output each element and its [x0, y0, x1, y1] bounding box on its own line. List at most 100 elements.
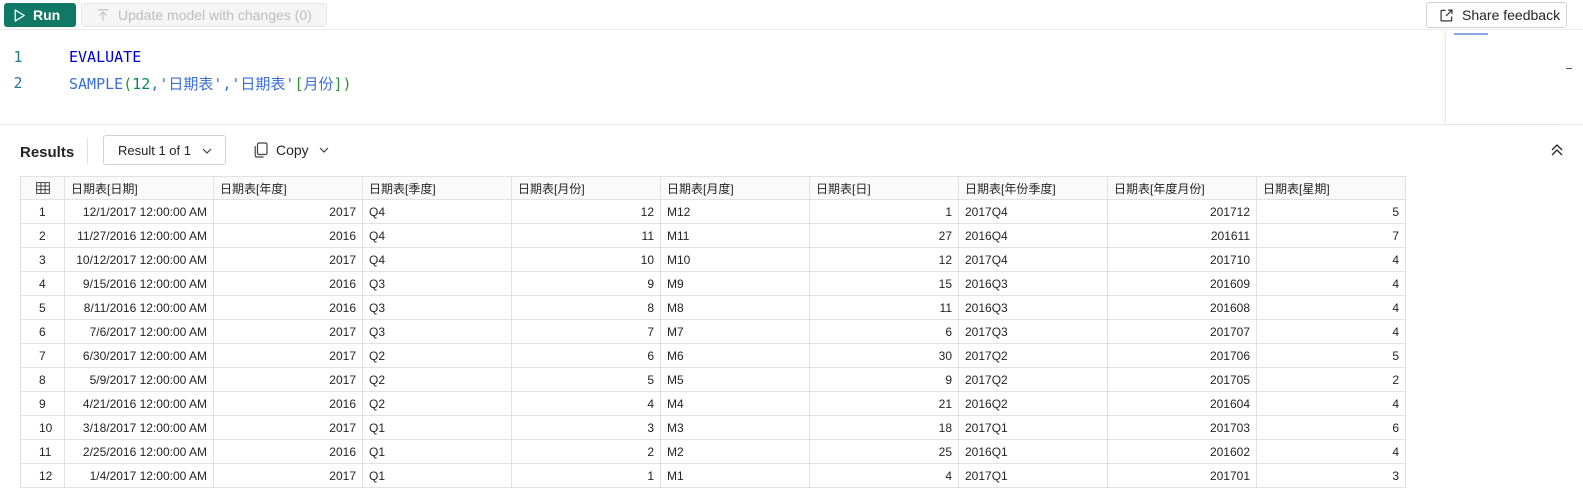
table-cell[interactable]: Q3 — [362, 271, 512, 296]
table-cell[interactable]: 2016Q4 — [958, 223, 1108, 248]
column-header[interactable]: 日期表[年份季度] — [958, 176, 1108, 200]
table-cell[interactable]: Q4 — [362, 247, 512, 272]
table-row[interactable]: 7 6/30/2017 12:00:00 AM 2017 Q2 6 M6 30 2017Q2 2… — [20, 343, 1406, 368]
table-cell[interactable]: 3 — [511, 415, 661, 440]
table-cell[interactable]: 2016Q1 — [958, 439, 1108, 464]
table-cell[interactable]: 5 — [1256, 343, 1406, 368]
table-cell[interactable]: 10/12/2017 12:00:00 AM — [64, 247, 214, 272]
table-cell[interactable]: 2017 — [213, 367, 363, 392]
table-cell[interactable]: 12/1/2017 12:00:00 AM — [64, 199, 214, 224]
table-cell[interactable]: 201710 — [1107, 247, 1257, 272]
table-cell[interactable]: 5 — [1256, 199, 1406, 224]
table-cell[interactable]: 2016Q3 — [958, 271, 1108, 296]
table-cell[interactable]: Q1 — [362, 415, 512, 440]
table-cell[interactable]: 2016 — [213, 439, 363, 464]
table-cell[interactable]: 9 — [809, 367, 959, 392]
table-cell[interactable]: 2017 — [213, 247, 363, 272]
table-row[interactable]: 3 10/12/2017 12:00:00 AM 2017 Q4 10 M10 12 2017… — [20, 247, 1406, 272]
table-cell[interactable]: 2017 — [213, 199, 363, 224]
table-row[interactable]: 9 4/21/2016 12:00:00 AM 2016 Q2 4 M4 21 2016Q2 2… — [20, 391, 1406, 416]
table-cell[interactable]: 9 — [511, 271, 661, 296]
table-cell[interactable]: 201701 — [1107, 463, 1257, 488]
table-cell[interactable]: 2017Q2 — [958, 343, 1108, 368]
table-cell[interactable]: 201706 — [1107, 343, 1257, 368]
table-cell[interactable]: 10 — [511, 247, 661, 272]
table-cell[interactable]: 18 — [809, 415, 959, 440]
table-cell[interactable]: Q2 — [362, 367, 512, 392]
column-header[interactable]: 日期表[年度] — [213, 176, 363, 200]
table-cell[interactable]: 2017 — [213, 319, 363, 344]
table-row[interactable]: 1 12/1/2017 12:00:00 AM 2017 Q4 12 M12 1 2017Q4… — [20, 199, 1406, 224]
table-cell[interactable]: 12 — [809, 247, 959, 272]
column-header[interactable]: 日期表[季度] — [362, 176, 512, 200]
table-cell[interactable]: 8/11/2016 12:00:00 AM — [64, 295, 214, 320]
table-cell[interactable]: Q1 — [362, 439, 512, 464]
table-cell[interactable]: 8 — [511, 295, 661, 320]
table-row[interactable]: 4 9/15/2016 12:00:00 AM 2016 Q3 9 M9 15 2016Q3 2… — [20, 271, 1406, 296]
table-cell[interactable]: 2017Q1 — [958, 463, 1108, 488]
table-cell[interactable]: Q4 — [362, 223, 512, 248]
table-cell[interactable]: M9 — [660, 271, 810, 296]
editor-minimap[interactable] — [1445, 31, 1565, 124]
table-row[interactable]: 6 7/6/2017 12:00:00 AM 2017 Q3 7 M7 6 2017Q3 201… — [20, 319, 1406, 344]
table-cell[interactable]: 2017 — [213, 415, 363, 440]
table-cell[interactable]: Q2 — [362, 343, 512, 368]
chevron-double-up-icon[interactable] — [1550, 143, 1564, 157]
editor-line-1[interactable]: 1 EVALUATE — [0, 44, 141, 70]
table-cell[interactable]: 6/30/2017 12:00:00 AM — [64, 343, 214, 368]
table-cell[interactable]: 7 — [1256, 223, 1406, 248]
run-button[interactable]: Run — [4, 3, 76, 27]
table-row[interactable]: 5 8/11/2016 12:00:00 AM 2016 Q3 8 M8 11 2016Q3 2… — [20, 295, 1406, 320]
table-cell[interactable]: 4 — [1256, 319, 1406, 344]
table-cell[interactable]: 2017Q4 — [958, 199, 1108, 224]
table-cell[interactable]: 12 — [511, 199, 661, 224]
share-feedback-button[interactable]: Share feedback — [1426, 2, 1567, 28]
table-cell[interactable]: 27 — [809, 223, 959, 248]
table-cell[interactable]: M12 — [660, 199, 810, 224]
table-cell[interactable]: 2017Q2 — [958, 367, 1108, 392]
table-cell[interactable]: 1 — [511, 463, 661, 488]
table-cell[interactable]: Q3 — [362, 319, 512, 344]
table-cell[interactable]: 201611 — [1107, 223, 1257, 248]
table-cell[interactable]: M11 — [660, 223, 810, 248]
table-cell[interactable]: 4 — [1256, 391, 1406, 416]
table-cell[interactable]: 4 — [1256, 439, 1406, 464]
table-cell[interactable]: 15 — [809, 271, 959, 296]
editor-scrollbar[interactable] — [1565, 31, 1583, 124]
table-cell[interactable]: Q4 — [362, 199, 512, 224]
table-cell[interactable]: 2016 — [213, 391, 363, 416]
table-cell[interactable]: 2017Q4 — [958, 247, 1108, 272]
table-cell[interactable]: 201602 — [1107, 439, 1257, 464]
table-cell[interactable]: M4 — [660, 391, 810, 416]
table-cell[interactable]: M7 — [660, 319, 810, 344]
table-cell[interactable]: 201703 — [1107, 415, 1257, 440]
table-row[interactable]: 10 3/18/2017 12:00:00 AM 2017 Q1 3 M3 18 2017Q1… — [20, 415, 1406, 440]
table-cell[interactable]: 3/18/2017 12:00:00 AM — [64, 415, 214, 440]
table-cell[interactable]: 201712 — [1107, 199, 1257, 224]
result-selector[interactable]: Result 1 of 1 — [103, 135, 226, 165]
table-cell[interactable]: 2016 — [213, 223, 363, 248]
table-cell[interactable]: 2 — [511, 439, 661, 464]
table-cell[interactable]: 11/27/2016 12:00:00 AM — [64, 223, 214, 248]
copy-button[interactable]: Copy — [254, 139, 330, 161]
table-cell[interactable]: M2 — [660, 439, 810, 464]
table-corner[interactable] — [20, 176, 65, 200]
table-cell[interactable]: Q1 — [362, 463, 512, 488]
table-cell[interactable]: Q3 — [362, 295, 512, 320]
table-cell[interactable]: 4 — [1256, 271, 1406, 296]
table-cell[interactable]: 2016Q3 — [958, 295, 1108, 320]
table-cell[interactable]: M6 — [660, 343, 810, 368]
table-cell[interactable]: M5 — [660, 367, 810, 392]
table-cell[interactable]: M10 — [660, 247, 810, 272]
table-cell[interactable]: 1/4/2017 12:00:00 AM — [64, 463, 214, 488]
table-cell[interactable]: 11 — [511, 223, 661, 248]
column-header[interactable]: 日期表[月度] — [660, 176, 810, 200]
table-cell[interactable]: 2016Q2 — [958, 391, 1108, 416]
table-cell[interactable]: 1 — [809, 199, 959, 224]
table-cell[interactable]: M8 — [660, 295, 810, 320]
table-cell[interactable]: 201604 — [1107, 391, 1257, 416]
column-header[interactable]: 日期表[年度月份] — [1107, 176, 1257, 200]
update-model-button[interactable]: Update model with changes (0) — [81, 3, 327, 27]
table-cell[interactable]: 201609 — [1107, 271, 1257, 296]
table-row[interactable]: 11 2/25/2016 12:00:00 AM 2016 Q1 2 M2 25 2016Q1… — [20, 439, 1406, 464]
